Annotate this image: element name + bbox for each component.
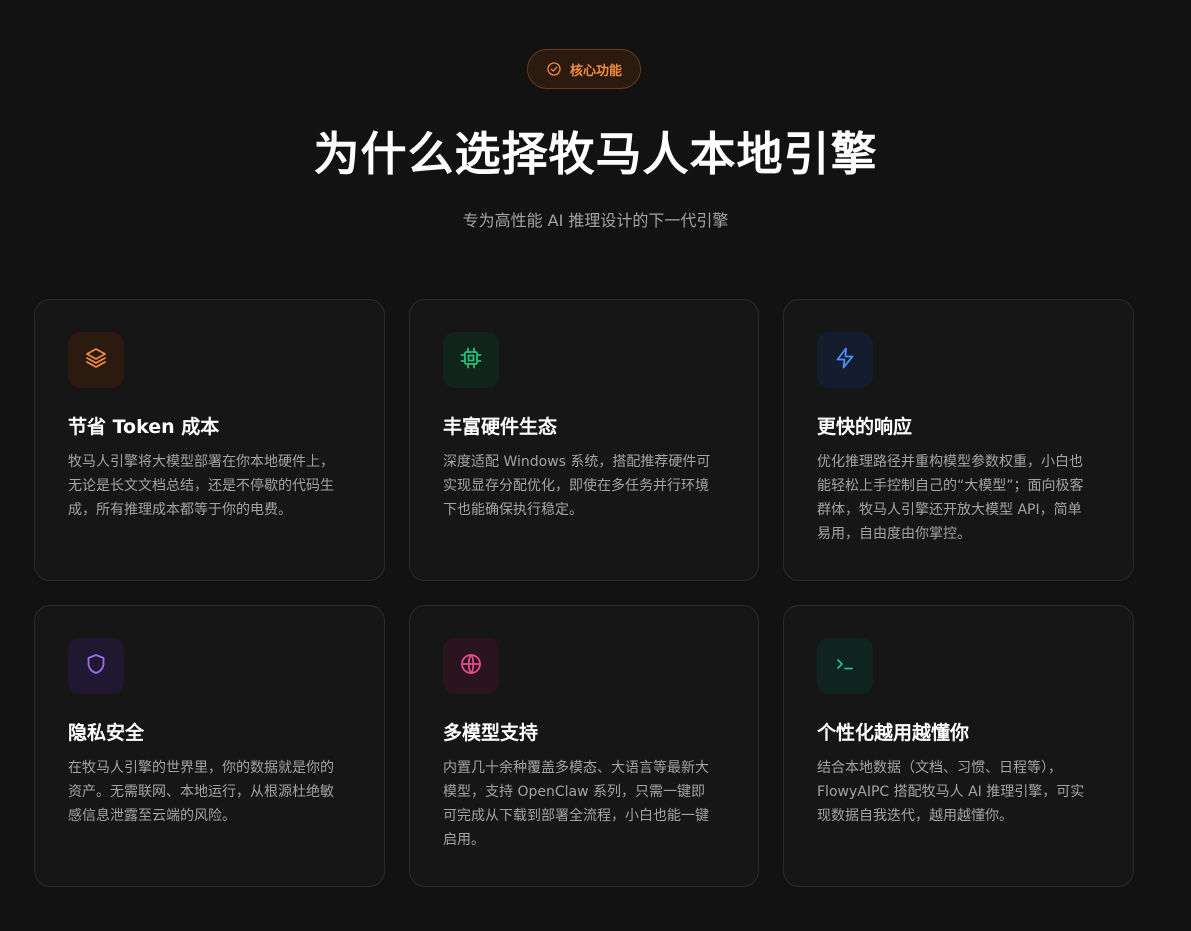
shield-icon xyxy=(84,652,108,680)
badge-label: 核心功能 xyxy=(569,63,622,79)
feature-title: 个性化越用越懂你 xyxy=(817,722,970,744)
globe-icon xyxy=(459,652,483,680)
lightning-bolt-icon xyxy=(833,346,857,374)
feature-icon-box xyxy=(443,332,499,388)
feature-description: 在牧马人引擎的世界里，你的数据就是你的资产。无需联网、本地运行，从根源杜绝敏感信… xyxy=(68,760,334,824)
feature-card-token-cost: 节省 Token 成本 牧马人引擎将大模型部署在你本地硬件上，无论是长文文档总结… xyxy=(34,299,385,581)
feature-icon-box xyxy=(817,638,873,694)
feature-description: 牧马人引擎将大模型部署在你本地硬件上，无论是长文文档总结，还是不停歇的代码生成，… xyxy=(68,454,334,518)
page-subtitle: 专为高性能 AI 推理设计的下一代引擎 xyxy=(462,211,729,230)
feature-icon-box xyxy=(68,332,124,388)
feature-description: 结合本地数据（文档、习惯、日程等），FlowyAIPC 搭配牧马人 AI 推理引… xyxy=(817,760,1085,824)
feature-title: 更快的响应 xyxy=(817,416,913,438)
layers-icon xyxy=(84,346,108,374)
feature-description: 深度适配 Windows 系统，搭配推荐硬件可实现显存分配优化，即使在多任务并行… xyxy=(443,454,711,518)
feature-icon-box xyxy=(443,638,499,694)
feature-card-multi-model: 多模型支持 内置几十余种覆盖多模态、大语言等最新大模型，支持 OpenClaw … xyxy=(409,605,759,887)
feature-icon-box xyxy=(817,332,873,388)
feature-card-privacy-security: 隐私安全 在牧马人引擎的世界里，你的数据就是你的资产。无需联网、本地运行，从根源… xyxy=(34,605,385,887)
feature-grid: 节省 Token 成本 牧马人引擎将大模型部署在你本地硬件上，无论是长文文档总结… xyxy=(34,299,1134,887)
feature-card-hardware-ecosystem: 丰富硬件生态 深度适配 Windows 系统，搭配推荐硬件可实现显存分配优化，即… xyxy=(409,299,759,581)
feature-title: 丰富硬件生态 xyxy=(443,416,558,438)
feature-description: 内置几十余种覆盖多模态、大语言等最新大模型，支持 OpenClaw 系列，只需一… xyxy=(443,760,709,848)
feature-title: 隐私安全 xyxy=(68,722,145,744)
cpu-chip-icon xyxy=(459,346,483,374)
feature-card-personalization: 个性化越用越懂你 结合本地数据（文档、习惯、日程等），FlowyAIPC 搭配牧… xyxy=(783,605,1134,887)
terminal-icon xyxy=(833,652,857,680)
feature-icon-box xyxy=(68,638,124,694)
features-section: 核心功能 为什么选择牧马人本地引擎 专为高性能 AI 推理设计的下一代引擎 节省… xyxy=(0,0,1191,931)
feature-title: 节省 Token 成本 xyxy=(68,416,220,438)
page-title: 为什么选择牧马人本地引擎 xyxy=(313,127,878,181)
feature-card-faster-response: 更快的响应 优化推理路径并重构模型参数权重，小白也能轻松上手控制自己的“大模型”… xyxy=(783,299,1134,581)
check-circle-icon xyxy=(546,61,562,77)
feature-description: 优化推理路径并重构模型参数权重，小白也能轻松上手控制自己的“大模型”；面向极客群… xyxy=(817,454,1084,542)
feature-title: 多模型支持 xyxy=(443,722,539,744)
core-features-badge: 核心功能 xyxy=(527,49,641,89)
